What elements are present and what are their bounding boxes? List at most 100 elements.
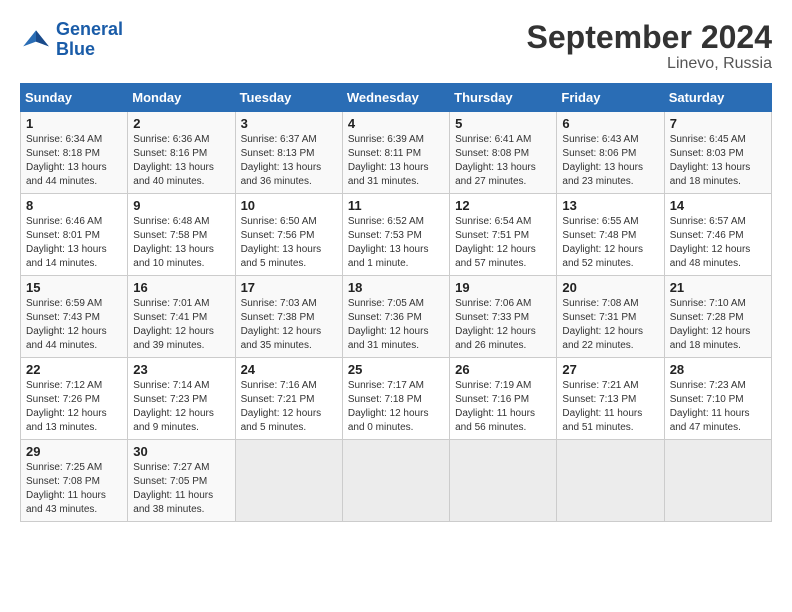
- calendar-cell: 29 Sunrise: 7:25 AM Sunset: 7:08 PM Dayl…: [21, 440, 128, 522]
- col-tuesday: Tuesday: [235, 84, 342, 112]
- calendar-cell: 2 Sunrise: 6:36 AM Sunset: 8:16 PM Dayli…: [128, 112, 235, 194]
- cell-date: 10: [241, 198, 337, 213]
- cell-date: 1: [26, 116, 122, 131]
- cell-info: Sunrise: 7:21 AM Sunset: 7:13 PM Dayligh…: [562, 379, 658, 435]
- calendar-cell: 15 Sunrise: 6:59 AM Sunset: 7:43 PM Dayl…: [21, 276, 128, 358]
- cell-date: 15: [26, 280, 122, 295]
- calendar-body: 1 Sunrise: 6:34 AM Sunset: 8:18 PM Dayli…: [21, 112, 772, 522]
- cell-date: 6: [562, 116, 658, 131]
- cell-info: Sunrise: 6:55 AM Sunset: 7:48 PM Dayligh…: [562, 215, 658, 271]
- cell-date: 22: [26, 362, 122, 377]
- calendar-cell: 25 Sunrise: 7:17 AM Sunset: 7:18 PM Dayl…: [342, 358, 449, 440]
- cell-date: 14: [670, 198, 766, 213]
- cell-date: 2: [133, 116, 229, 131]
- calendar-cell: 3 Sunrise: 6:37 AM Sunset: 8:13 PM Dayli…: [235, 112, 342, 194]
- cell-info: Sunrise: 7:23 AM Sunset: 7:10 PM Dayligh…: [670, 379, 766, 435]
- cell-date: 12: [455, 198, 551, 213]
- cell-date: 5: [455, 116, 551, 131]
- cell-date: 21: [670, 280, 766, 295]
- cell-date: 3: [241, 116, 337, 131]
- calendar-cell: 1 Sunrise: 6:34 AM Sunset: 8:18 PM Dayli…: [21, 112, 128, 194]
- page-header: General Blue September 2024 Linevo, Russ…: [20, 20, 772, 73]
- calendar-cell: [342, 440, 449, 522]
- cell-date: 18: [348, 280, 444, 295]
- cell-info: Sunrise: 7:10 AM Sunset: 7:28 PM Dayligh…: [670, 297, 766, 353]
- calendar-cell: 11 Sunrise: 6:52 AM Sunset: 7:53 PM Dayl…: [342, 194, 449, 276]
- col-sunday: Sunday: [21, 84, 128, 112]
- col-wednesday: Wednesday: [342, 84, 449, 112]
- cell-info: Sunrise: 6:45 AM Sunset: 8:03 PM Dayligh…: [670, 133, 766, 189]
- cell-date: 9: [133, 198, 229, 213]
- cell-info: Sunrise: 6:36 AM Sunset: 8:16 PM Dayligh…: [133, 133, 229, 189]
- cell-date: 29: [26, 444, 122, 459]
- cell-info: Sunrise: 6:41 AM Sunset: 8:08 PM Dayligh…: [455, 133, 551, 189]
- calendar-cell: 7 Sunrise: 6:45 AM Sunset: 8:03 PM Dayli…: [664, 112, 771, 194]
- cell-date: 4: [348, 116, 444, 131]
- col-friday: Friday: [557, 84, 664, 112]
- calendar-cell: 10 Sunrise: 6:50 AM Sunset: 7:56 PM Dayl…: [235, 194, 342, 276]
- cell-info: Sunrise: 7:03 AM Sunset: 7:38 PM Dayligh…: [241, 297, 337, 353]
- calendar-row: 1 Sunrise: 6:34 AM Sunset: 8:18 PM Dayli…: [21, 112, 772, 194]
- cell-date: 13: [562, 198, 658, 213]
- cell-info: Sunrise: 6:43 AM Sunset: 8:06 PM Dayligh…: [562, 133, 658, 189]
- calendar-table: Sunday Monday Tuesday Wednesday Thursday…: [20, 83, 772, 522]
- cell-info: Sunrise: 7:01 AM Sunset: 7:41 PM Dayligh…: [133, 297, 229, 353]
- cell-info: Sunrise: 6:57 AM Sunset: 7:46 PM Dayligh…: [670, 215, 766, 271]
- page-title: September 2024: [527, 20, 772, 55]
- calendar-cell: 8 Sunrise: 6:46 AM Sunset: 8:01 PM Dayli…: [21, 194, 128, 276]
- cell-info: Sunrise: 6:54 AM Sunset: 7:51 PM Dayligh…: [455, 215, 551, 271]
- cell-date: 27: [562, 362, 658, 377]
- cell-info: Sunrise: 6:52 AM Sunset: 7:53 PM Dayligh…: [348, 215, 444, 271]
- cell-info: Sunrise: 7:17 AM Sunset: 7:18 PM Dayligh…: [348, 379, 444, 435]
- calendar-row: 29 Sunrise: 7:25 AM Sunset: 7:08 PM Dayl…: [21, 440, 772, 522]
- cell-date: 16: [133, 280, 229, 295]
- logo-line1: General: [56, 19, 123, 39]
- calendar-row: 8 Sunrise: 6:46 AM Sunset: 8:01 PM Dayli…: [21, 194, 772, 276]
- calendar-row: 22 Sunrise: 7:12 AM Sunset: 7:26 PM Dayl…: [21, 358, 772, 440]
- cell-date: 11: [348, 198, 444, 213]
- cell-info: Sunrise: 6:50 AM Sunset: 7:56 PM Dayligh…: [241, 215, 337, 271]
- calendar-cell: 20 Sunrise: 7:08 AM Sunset: 7:31 PM Dayl…: [557, 276, 664, 358]
- cell-info: Sunrise: 6:39 AM Sunset: 8:11 PM Dayligh…: [348, 133, 444, 189]
- cell-info: Sunrise: 7:12 AM Sunset: 7:26 PM Dayligh…: [26, 379, 122, 435]
- title-block: September 2024 Linevo, Russia: [527, 20, 772, 73]
- calendar-cell: 21 Sunrise: 7:10 AM Sunset: 7:28 PM Dayl…: [664, 276, 771, 358]
- cell-date: 28: [670, 362, 766, 377]
- cell-info: Sunrise: 7:19 AM Sunset: 7:16 PM Dayligh…: [455, 379, 551, 435]
- cell-info: Sunrise: 7:16 AM Sunset: 7:21 PM Dayligh…: [241, 379, 337, 435]
- logo: General Blue: [20, 20, 123, 60]
- calendar-cell: [450, 440, 557, 522]
- calendar-cell: 13 Sunrise: 6:55 AM Sunset: 7:48 PM Dayl…: [557, 194, 664, 276]
- col-thursday: Thursday: [450, 84, 557, 112]
- calendar-cell: [664, 440, 771, 522]
- col-saturday: Saturday: [664, 84, 771, 112]
- calendar-cell: 24 Sunrise: 7:16 AM Sunset: 7:21 PM Dayl…: [235, 358, 342, 440]
- cell-info: Sunrise: 6:46 AM Sunset: 8:01 PM Dayligh…: [26, 215, 122, 271]
- cell-info: Sunrise: 6:59 AM Sunset: 7:43 PM Dayligh…: [26, 297, 122, 353]
- cell-info: Sunrise: 7:14 AM Sunset: 7:23 PM Dayligh…: [133, 379, 229, 435]
- calendar-cell: 4 Sunrise: 6:39 AM Sunset: 8:11 PM Dayli…: [342, 112, 449, 194]
- calendar-cell: 26 Sunrise: 7:19 AM Sunset: 7:16 PM Dayl…: [450, 358, 557, 440]
- cell-info: Sunrise: 7:06 AM Sunset: 7:33 PM Dayligh…: [455, 297, 551, 353]
- calendar-cell: 23 Sunrise: 7:14 AM Sunset: 7:23 PM Dayl…: [128, 358, 235, 440]
- calendar-cell: 28 Sunrise: 7:23 AM Sunset: 7:10 PM Dayl…: [664, 358, 771, 440]
- cell-date: 25: [348, 362, 444, 377]
- cell-info: Sunrise: 7:08 AM Sunset: 7:31 PM Dayligh…: [562, 297, 658, 353]
- calendar-cell: 22 Sunrise: 7:12 AM Sunset: 7:26 PM Dayl…: [21, 358, 128, 440]
- header-row: Sunday Monday Tuesday Wednesday Thursday…: [21, 84, 772, 112]
- calendar-cell: [557, 440, 664, 522]
- cell-date: 17: [241, 280, 337, 295]
- calendar-cell: 5 Sunrise: 6:41 AM Sunset: 8:08 PM Dayli…: [450, 112, 557, 194]
- cell-date: 7: [670, 116, 766, 131]
- calendar-cell: 12 Sunrise: 6:54 AM Sunset: 7:51 PM Dayl…: [450, 194, 557, 276]
- cell-date: 20: [562, 280, 658, 295]
- calendar-cell: 9 Sunrise: 6:48 AM Sunset: 7:58 PM Dayli…: [128, 194, 235, 276]
- cell-date: 26: [455, 362, 551, 377]
- calendar-cell: 6 Sunrise: 6:43 AM Sunset: 8:06 PM Dayli…: [557, 112, 664, 194]
- calendar-cell: 14 Sunrise: 6:57 AM Sunset: 7:46 PM Dayl…: [664, 194, 771, 276]
- cell-info: Sunrise: 6:37 AM Sunset: 8:13 PM Dayligh…: [241, 133, 337, 189]
- cell-date: 23: [133, 362, 229, 377]
- cell-date: 8: [26, 198, 122, 213]
- calendar-cell: 19 Sunrise: 7:06 AM Sunset: 7:33 PM Dayl…: [450, 276, 557, 358]
- logo-icon: [20, 24, 52, 56]
